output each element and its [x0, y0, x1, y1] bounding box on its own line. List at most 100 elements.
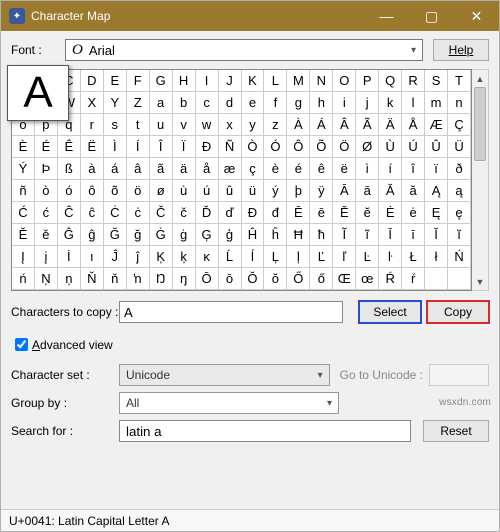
char-cell[interactable]: ē: [310, 202, 333, 224]
char-cell[interactable]: v: [173, 114, 196, 136]
char-cell[interactable]: n: [448, 92, 471, 114]
char-cell[interactable]: Ē: [287, 202, 310, 224]
char-cell[interactable]: æ: [219, 158, 242, 180]
char-cell[interactable]: è: [264, 158, 287, 180]
char-cell[interactable]: Ď: [196, 202, 219, 224]
char-cell[interactable]: S: [425, 70, 448, 92]
char-cell[interactable]: N: [310, 70, 333, 92]
char-cell[interactable]: Ø: [356, 136, 379, 158]
char-cell[interactable]: ŋ: [173, 268, 196, 290]
char-cell[interactable]: Ŕ: [379, 268, 402, 290]
char-cell[interactable]: Ö: [333, 136, 356, 158]
char-cell[interactable]: E: [104, 70, 127, 92]
char-cell[interactable]: ö: [127, 180, 150, 202]
char-cell[interactable]: Ĭ: [425, 224, 448, 246]
char-cell[interactable]: Ã: [356, 114, 379, 136]
char-cell[interactable]: s: [104, 114, 127, 136]
char-cell[interactable]: õ: [104, 180, 127, 202]
char-cell[interactable]: ã: [150, 158, 173, 180]
char-cell[interactable]: ĭ: [448, 224, 471, 246]
char-cell[interactable]: œ: [356, 268, 379, 290]
char-cell[interactable]: Ĺ: [219, 246, 242, 268]
char-cell[interactable]: J: [219, 70, 242, 92]
char-cell[interactable]: Ľ: [310, 246, 333, 268]
char-cell[interactable]: ò: [35, 180, 58, 202]
char-cell[interactable]: D: [81, 70, 104, 92]
char-cell[interactable]: ä: [173, 158, 196, 180]
char-cell[interactable]: Ę: [425, 202, 448, 224]
char-cell[interactable]: Ó: [264, 136, 287, 158]
char-cell[interactable]: Ń: [448, 246, 471, 268]
char-cell[interactable]: Þ: [35, 158, 58, 180]
char-cell[interactable]: ĉ: [81, 202, 104, 224]
char-cell[interactable]: Ò: [242, 136, 265, 158]
char-cell[interactable]: ę: [448, 202, 471, 224]
char-cell[interactable]: Ĕ: [333, 202, 356, 224]
char-cell[interactable]: ľ: [333, 246, 356, 268]
char-cell[interactable]: Ŏ: [242, 268, 265, 290]
char-cell[interactable]: ŀ: [379, 246, 402, 268]
char-cell[interactable]: ă: [402, 180, 425, 202]
char-cell[interactable]: Z: [127, 92, 150, 114]
char-cell[interactable]: Ä: [379, 114, 402, 136]
char-cell[interactable]: Ĉ: [58, 202, 81, 224]
char-cell[interactable]: ģ: [219, 224, 242, 246]
char-cell[interactable]: O: [333, 70, 356, 92]
char-cell[interactable]: ň: [104, 268, 127, 290]
char-cell[interactable]: x: [219, 114, 242, 136]
char-cell[interactable]: ÿ: [310, 180, 333, 202]
char-cell[interactable]: Y: [104, 92, 127, 114]
char-cell[interactable]: ß: [58, 158, 81, 180]
char-cell[interactable]: ŏ: [264, 268, 287, 290]
char-cell[interactable]: Ĵ: [104, 246, 127, 268]
char-cell[interactable]: ć: [35, 202, 58, 224]
char-cell[interactable]: ı: [81, 246, 104, 268]
char-cell[interactable]: X: [81, 92, 104, 114]
char-cell[interactable]: Ë: [81, 136, 104, 158]
char-cell[interactable]: Ý: [12, 158, 35, 180]
char-cell[interactable]: l: [402, 92, 425, 114]
char-cell[interactable]: h: [310, 92, 333, 114]
char-cell[interactable]: é: [287, 158, 310, 180]
char-cell[interactable]: Ì: [104, 136, 127, 158]
char-cell[interactable]: [425, 268, 448, 290]
char-cell[interactable]: ė: [402, 202, 425, 224]
char-cell[interactable]: Á: [310, 114, 333, 136]
char-cell[interactable]: G: [150, 70, 173, 92]
char-cell[interactable]: Œ: [333, 268, 356, 290]
char-cell[interactable]: ņ: [58, 268, 81, 290]
char-cell[interactable]: Ñ: [219, 136, 242, 158]
char-cell[interactable]: a: [150, 92, 173, 114]
char-cell[interactable]: ċ: [127, 202, 150, 224]
char-cell[interactable]: Ā: [333, 180, 356, 202]
char-cell[interactable]: Ĥ: [242, 224, 265, 246]
charset-select[interactable]: Unicode ▾: [119, 364, 330, 386]
char-cell[interactable]: Ň: [81, 268, 104, 290]
char-cell[interactable]: j: [356, 92, 379, 114]
char-cell[interactable]: Ō: [196, 268, 219, 290]
char-cell[interactable]: Ç: [448, 114, 471, 136]
char-cell[interactable]: Č: [150, 202, 173, 224]
char-cell[interactable]: ê: [310, 158, 333, 180]
char-cell[interactable]: Ð: [196, 136, 219, 158]
char-cell[interactable]: Ğ: [104, 224, 127, 246]
char-cell[interactable]: ï: [425, 158, 448, 180]
char-cell[interactable]: H: [173, 70, 196, 92]
char-cell[interactable]: Ŋ: [150, 268, 173, 290]
char-cell[interactable]: ō: [219, 268, 242, 290]
char-cell[interactable]: ð: [448, 158, 471, 180]
char-cell[interactable]: ī: [402, 224, 425, 246]
char-cell[interactable]: Ć: [12, 202, 35, 224]
char-cell[interactable]: y: [242, 114, 265, 136]
char-cell[interactable]: ç: [242, 158, 265, 180]
char-cell[interactable]: Ī: [379, 224, 402, 246]
char-cell[interactable]: t: [127, 114, 150, 136]
scroll-down-icon[interactable]: ▼: [472, 273, 488, 290]
char-cell[interactable]: Ê: [58, 136, 81, 158]
char-cell[interactable]: m: [425, 92, 448, 114]
char-cell[interactable]: Ĝ: [58, 224, 81, 246]
char-cell[interactable]: Ņ: [35, 268, 58, 290]
char-cell[interactable]: [448, 268, 471, 290]
char-cell[interactable]: Ő: [287, 268, 310, 290]
char-cell[interactable]: Ħ: [287, 224, 310, 246]
